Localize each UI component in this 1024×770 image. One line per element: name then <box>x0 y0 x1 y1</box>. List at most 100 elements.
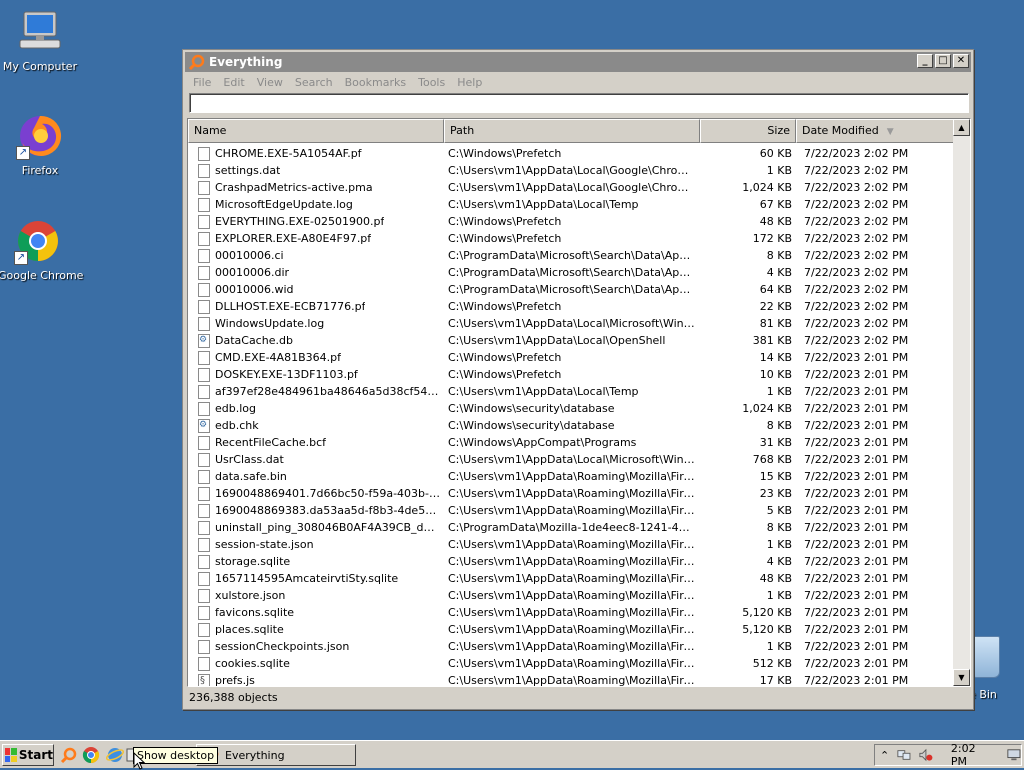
table-row[interactable]: sessionCheckpoints.json C:\Users\vm1\AppD… <box>188 638 954 655</box>
file-icon <box>198 265 210 280</box>
table-row[interactable]: WindowsUpdate.log C:\Users\vm1\AppData\Lo… <box>188 315 954 332</box>
table-row[interactable]: EVERYTHING.EXE-02501900.pf C:\Windows\Pre… <box>188 213 954 230</box>
file-icon <box>198 350 210 365</box>
taskbar-button-everything[interactable]: Everything <box>196 744 356 766</box>
file-icon <box>198 486 210 501</box>
file-name: uninstall_ping_308046B0AF4A39CB_d58eeee.… <box>215 521 440 534</box>
vertical-scrollbar[interactable]: ▲ ▼ <box>953 119 970 686</box>
table-row[interactable]: CMD.EXE-4A81B364.pf C:\Windows\Prefetch 14… <box>188 349 954 366</box>
cell-date-modified: 7/22/2023 2:01 PM <box>804 368 909 381</box>
column-header-name[interactable]: Name <box>188 119 444 143</box>
cell-date-modified: 7/22/2023 2:01 PM <box>804 385 909 398</box>
cell-path: C:\ProgramData\Microsoft\Search\Data\App… <box>448 249 700 262</box>
cell-name: 1657114595AmcateirvtiSty.sqlite <box>188 570 444 587</box>
scroll-down-button[interactable]: ▼ <box>953 669 970 686</box>
table-row[interactable]: cookies.sqlite C:\Users\vm1\AppData\Roami… <box>188 655 954 672</box>
table-row[interactable]: prefs.js C:\Users\vm1\AppData\Roaming\Moz… <box>188 672 954 687</box>
cell-name: EVERYTHING.EXE-02501900.pf <box>188 213 444 230</box>
menu-view[interactable]: View <box>251 74 289 92</box>
table-row[interactable]: DLLHOST.EXE-ECB71776.pf C:\Windows\Prefet… <box>188 298 954 315</box>
table-row[interactable]: 1690048869383.da53aa5d-f8b3-4de5-bd05-..… <box>188 502 954 519</box>
table-row[interactable]: 1690048869401.7d66bc50-f59a-403b-abc4-c.… <box>188 485 954 502</box>
minimize-button[interactable]: _ <box>917 54 933 68</box>
file-icon <box>198 384 210 399</box>
results-list[interactable]: Name Path Size Date Modified ▼ CHROME.EXE… <box>187 118 971 687</box>
table-row[interactable]: session-state.json C:\Users\vm1\AppData\R… <box>188 536 954 553</box>
table-row[interactable]: data.safe.bin C:\Users\vm1\AppData\Roamin… <box>188 468 954 485</box>
table-row[interactable]: MicrosoftEdgeUpdate.log C:\Users\vm1\AppD… <box>188 196 954 213</box>
start-button[interactable]: Start <box>2 744 54 766</box>
cell-path: C:\Windows\security\database <box>448 419 615 432</box>
cell-date-modified: 7/22/2023 2:01 PM <box>804 521 909 534</box>
monitor-icon[interactable] <box>1007 748 1021 762</box>
menu-search[interactable]: Search <box>289 74 339 92</box>
file-icon <box>198 520 210 535</box>
column-header-size[interactable]: Size <box>700 119 796 143</box>
file-name: EXPLORER.EXE-A80E4F97.pf <box>215 232 372 245</box>
cell-date-modified: 7/22/2023 2:02 PM <box>804 215 909 228</box>
file-name: edb.log <box>215 402 256 415</box>
menu-help[interactable]: Help <box>451 74 488 92</box>
chrome-quicklaunch-icon[interactable] <box>82 746 100 764</box>
table-row[interactable]: UsrClass.dat C:\Users\vm1\AppData\Local\M… <box>188 451 954 468</box>
scroll-up-button[interactable]: ▲ <box>953 119 970 136</box>
search-input[interactable] <box>189 93 969 113</box>
table-row[interactable]: 00010006.wid C:\ProgramData\Microsoft\Sea… <box>188 281 954 298</box>
maximize-button[interactable]: □ <box>935 54 951 68</box>
table-row[interactable]: 00010006.dir C:\ProgramData\Microsoft\Sea… <box>188 264 954 281</box>
cell-size: 5,120 KB <box>742 606 792 619</box>
file-name: UsrClass.dat <box>215 453 284 466</box>
table-row[interactable]: favicons.sqlite C:\Users\vm1\AppData\Roam… <box>188 604 954 621</box>
column-header-date-modified[interactable]: Date Modified ▼ <box>796 119 954 143</box>
window-titlebar[interactable]: Everything _ □ ✕ <box>185 52 971 72</box>
file-icon <box>198 622 210 637</box>
table-row[interactable]: uninstall_ping_308046B0AF4A39CB_d58eeee.… <box>188 519 954 536</box>
table-row[interactable]: places.sqlite C:\Users\vm1\AppData\Roamin… <box>188 621 954 638</box>
table-row[interactable]: edb.log C:\Windows\security\database 1,024… <box>188 400 954 417</box>
desktop-icon-my-computer[interactable]: My Computer <box>0 8 80 73</box>
chevron-up-icon[interactable]: ⌃ <box>880 749 889 762</box>
file-icon <box>198 367 210 382</box>
cell-size: 8 KB <box>766 419 792 432</box>
cell-date-modified: 7/22/2023 2:02 PM <box>804 147 909 160</box>
cell-size: 1,024 KB <box>742 181 792 194</box>
table-row[interactable]: edb.chk C:\Windows\security\database 8 KB 7… <box>188 417 954 434</box>
everything-quicklaunch-icon[interactable] <box>60 746 78 764</box>
menu-edit[interactable]: Edit <box>217 74 250 92</box>
table-row[interactable]: DOSKEY.EXE-13DF1103.pf C:\Windows\Prefetc… <box>188 366 954 383</box>
cell-path: C:\Users\vm1\AppData\Local\OpenShell <box>448 334 666 347</box>
network-icon[interactable] <box>897 748 911 762</box>
internet-explorer-icon[interactable] <box>106 746 124 764</box>
cell-date-modified: 7/22/2023 2:02 PM <box>804 334 909 347</box>
cell-size: 512 KB <box>752 657 792 670</box>
cell-name: DLLHOST.EXE-ECB71776.pf <box>188 298 444 315</box>
table-row[interactable]: CHROME.EXE-5A1054AF.pf C:\Windows\Prefetc… <box>188 145 954 162</box>
everything-window[interactable]: Everything _ □ ✕ File Edit View Search B… <box>182 49 974 710</box>
desktop-icon-firefox[interactable]: ↗ Firefox <box>0 112 80 177</box>
table-row[interactable]: DataCache.db C:\Users\vm1\AppData\Local\O… <box>188 332 954 349</box>
table-row[interactable]: 00010006.ci C:\ProgramData\Microsoft\Sear… <box>188 247 954 264</box>
close-button[interactable]: ✕ <box>953 54 969 68</box>
table-row[interactable]: af397ef28e484961ba48646a5d38cf54.db.ses C… <box>188 383 954 400</box>
menu-tools[interactable]: Tools <box>412 74 451 92</box>
table-row[interactable]: CrashpadMetrics-active.pma C:\Users\vm1\A… <box>188 179 954 196</box>
table-row[interactable]: storage.sqlite C:\Users\vm1\AppData\Roami… <box>188 553 954 570</box>
menu-bookmarks[interactable]: Bookmarks <box>339 74 412 92</box>
cell-date-modified: 7/22/2023 2:01 PM <box>804 674 909 687</box>
table-row[interactable]: xulstore.json C:\Users\vm1\AppData\Roamin… <box>188 587 954 604</box>
desktop-icon-google-chrome[interactable]: ↗ Google Chrome <box>0 217 83 282</box>
column-header-path[interactable]: Path <box>444 119 700 143</box>
menu-file[interactable]: File <box>187 74 217 92</box>
cell-size: 381 KB <box>752 334 792 347</box>
cell-size: 14 KB <box>759 351 792 364</box>
cell-name: favicons.sqlite <box>188 604 444 621</box>
clock[interactable]: 2:02 PM <box>951 742 989 768</box>
table-row[interactable]: EXPLORER.EXE-A80E4F97.pf C:\Windows\Prefe… <box>188 230 954 247</box>
cell-size: 60 KB <box>759 147 792 160</box>
everything-app-icon <box>189 54 205 70</box>
cell-name: uninstall_ping_308046B0AF4A39CB_d58eeee.… <box>188 519 444 536</box>
table-row[interactable]: 1657114595AmcateirvtiSty.sqlite C:\Users\… <box>188 570 954 587</box>
table-row[interactable]: settings.dat C:\Users\vm1\AppData\Local\G… <box>188 162 954 179</box>
volume-muted-icon[interactable] <box>919 748 933 762</box>
table-row[interactable]: RecentFileCache.bcf C:\Windows\AppCompat\… <box>188 434 954 451</box>
